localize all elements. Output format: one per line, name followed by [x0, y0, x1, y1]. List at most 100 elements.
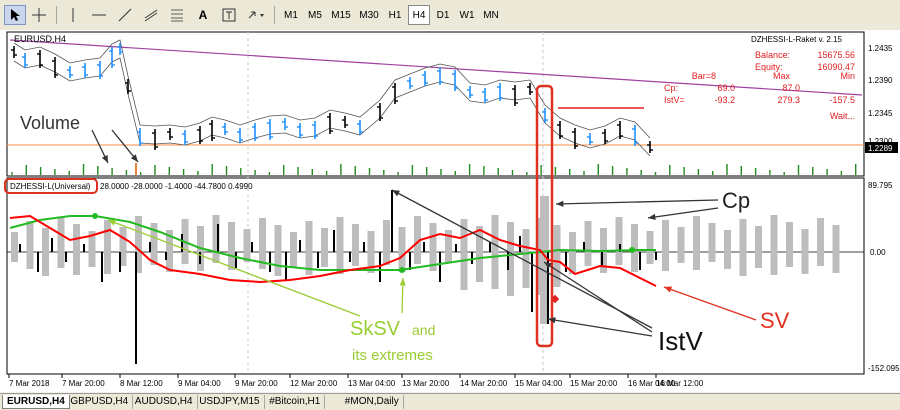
timeframe-m5-button[interactable]: M5 [304, 5, 326, 25]
symbol-title: EURUSD,H4 [14, 34, 66, 44]
trendline-icon [118, 8, 132, 22]
main-chart-frame [6, 31, 865, 177]
chart-window[interactable]: EURUSD,H4 DZHESSI-L-Raket v. 2.15 Balanc… [0, 30, 900, 392]
channel-icon [144, 9, 158, 22]
chart-tabs: EURUSD,H4 GBPUSD,H4 AUDUSD,H4 USDJPY,M15 #Bi… [0, 393, 900, 410]
chart-tab[interactable]: #MON,Daily [341, 395, 404, 409]
time-label: 14 Mar 20:00 [460, 379, 508, 388]
cp-bar [26, 221, 34, 269]
volume-annotation: Volume [20, 113, 80, 133]
time-label: 15 Mar 20:00 [570, 379, 618, 388]
stats-istv-max: 279.3 [777, 95, 800, 105]
chart-tab[interactable]: #Bitcoin,H1 [265, 395, 326, 409]
text-label-icon [222, 8, 236, 22]
cp-bar [228, 222, 235, 270]
cp-bar [569, 232, 576, 274]
cp-bar [42, 228, 49, 276]
indicator-title: DZHESSI-L(Universal) [10, 182, 91, 191]
fibonacci-button[interactable] [166, 5, 188, 25]
cp-bar [476, 226, 483, 282]
time-label: 13 Mar 20:00 [402, 379, 450, 388]
chart-canvas[interactable]: EURUSD,H4 DZHESSI-L-Raket v. 2.15 Balanc… [0, 30, 900, 392]
cp-bar [398, 227, 406, 272]
indicator-name: DZHESSI-L-Raket v. 2.15 [751, 35, 843, 44]
time-label: 7 Mar 20:00 [62, 379, 105, 388]
timeframe-m30-button[interactable]: M30 [356, 5, 382, 25]
timeframe-w1-button[interactable]: W1 [456, 5, 478, 25]
status-text: Wait... [830, 111, 855, 121]
sub-axis-top: 89.795 [868, 181, 893, 190]
stats-cp-label: Cp: [664, 83, 678, 93]
current-price-label: 1.2289 [868, 144, 893, 153]
cursor-tool-button[interactable] [4, 5, 26, 25]
arrow-icon [248, 11, 264, 19]
text-tool-button[interactable]: A [192, 5, 214, 25]
timeframe-h4-button[interactable]: H4 [408, 5, 430, 25]
time-label: 7 Mar 2018 [9, 379, 50, 388]
price-label: 1.2390 [868, 76, 893, 85]
channel-button[interactable] [140, 5, 162, 25]
cp-bar [739, 219, 747, 276]
cursor-icon [11, 9, 20, 21]
timeframe-mn-button[interactable]: MN [480, 5, 502, 25]
cp-bar [693, 216, 700, 270]
sv-annotation: SV [760, 308, 790, 333]
cp-bar [584, 221, 592, 266]
trendline-button[interactable] [114, 5, 136, 25]
time-label: 9 Mar 20:00 [235, 379, 278, 388]
sksv-annotation: SkSV [350, 318, 401, 340]
stats-cp-max: 87.0 [782, 83, 800, 93]
horizontal-line-button[interactable] [88, 5, 110, 25]
sksv-extreme-marker [629, 247, 635, 253]
cp-bar [724, 230, 731, 269]
cp-bar [770, 215, 778, 275]
cp-bar [352, 224, 359, 266]
crosshair-icon [32, 8, 46, 22]
timeframe-h1-button[interactable]: H1 [384, 5, 406, 25]
cp-bar [57, 217, 65, 268]
cp-bar [104, 220, 111, 274]
text-tool-label: A [198, 8, 208, 22]
time-label: 12 Mar 20:00 [290, 379, 338, 388]
cp-bar [522, 229, 530, 288]
vertical-line-button[interactable] [62, 5, 84, 25]
crosshair-tool-button[interactable] [28, 5, 50, 25]
cp-bar [786, 222, 793, 267]
cp-annotation: Cp [722, 188, 750, 213]
vertical-line-icon [72, 8, 74, 22]
chart-tab[interactable]: EURUSD,H4 [2, 395, 70, 409]
text-label-button[interactable] [218, 5, 240, 25]
cp-bar [73, 224, 80, 275]
timeframe-d1-button[interactable]: D1 [432, 5, 454, 25]
sksv-extreme-marker [399, 267, 405, 273]
sksv-extremes-annotation: its extremes [352, 347, 433, 364]
time-label: 9 Mar 04:00 [178, 379, 221, 388]
stats-header-max: Max [773, 71, 791, 81]
stats-cp-value: 69.0 [717, 83, 735, 93]
cp-bar [755, 226, 762, 268]
stats-istv-value: -93.2 [714, 95, 735, 105]
cp-bar [708, 223, 716, 262]
chart-tab[interactable]: AUDUSD,H4 [131, 395, 198, 409]
indicator-params: 28.0000 -28.0000 -1.4000 -44.7800 0.4990 [100, 182, 253, 191]
time-label: 8 Mar 12:00 [120, 379, 163, 388]
cp-bar [491, 215, 499, 289]
toolbar: A M1 M5 M15 M30 H1 H4 D1 W1 MN [0, 0, 900, 31]
chart-tab[interactable]: GBPUSD,H4 [66, 395, 134, 409]
cp-bar [646, 231, 654, 264]
time-label: 16 Mar 12:00 [656, 379, 704, 388]
cp-bar [662, 220, 669, 271]
cp-bar [305, 221, 313, 275]
cp-bar [243, 229, 251, 262]
price-label: 1.2345 [868, 109, 893, 118]
sub-axis-zero: 0.00 [870, 248, 886, 257]
timeframe-m15-button[interactable]: M15 [328, 5, 354, 25]
istv-annotation: IstV [658, 326, 703, 356]
cp-bar [615, 217, 623, 265]
arrows-menu-button[interactable] [244, 5, 270, 25]
price-label: 1.2435 [868, 44, 893, 53]
chart-tab[interactable]: USDJPY,M15 [195, 395, 265, 409]
timeframe-m1-button[interactable]: M1 [280, 5, 302, 25]
sub-axis-bottom: -152.095 [868, 364, 900, 373]
stats-istv-label: IstV= [664, 95, 685, 105]
